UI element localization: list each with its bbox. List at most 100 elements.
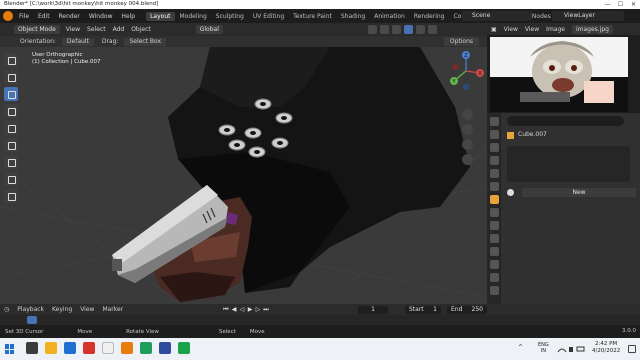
- speaker-icon[interactable]: [569, 347, 573, 352]
- scale-tool-icon[interactable]: [4, 121, 18, 135]
- gizmo-neg-x[interactable]: [452, 64, 458, 70]
- brave-browser-icon[interactable]: [83, 342, 95, 354]
- menu-render[interactable]: Render: [59, 13, 80, 20]
- jump-start-icon[interactable]: ⏮: [222, 306, 230, 314]
- battery-icon[interactable]: [576, 346, 585, 352]
- app-icon[interactable]: [178, 342, 190, 354]
- texture-tab-icon[interactable]: [490, 286, 499, 295]
- timeline-menu-playback[interactable]: Playback: [17, 306, 44, 313]
- rendered-shading-icon[interactable]: [428, 25, 437, 34]
- viewport-menu-add[interactable]: Add: [113, 26, 125, 33]
- file-explorer-icon[interactable]: [45, 342, 57, 354]
- new-material-button[interactable]: New: [522, 187, 636, 197]
- wireframe-shading-icon[interactable]: [392, 25, 401, 34]
- viewport-scene[interactable]: [0, 47, 487, 304]
- maximize-button[interactable]: ☐: [614, 0, 627, 9]
- system-tray[interactable]: ^: [518, 344, 523, 351]
- annotate-tool-icon[interactable]: [4, 155, 18, 169]
- material-tab-icon[interactable]: [490, 273, 499, 282]
- zoom-icon[interactable]: [462, 109, 473, 120]
- image-file-name[interactable]: images.jpg: [571, 24, 613, 34]
- transform-tool-icon[interactable]: [4, 138, 18, 152]
- view-layer-selector[interactable]: ViewLayer: [552, 11, 624, 21]
- constraints-tab-icon[interactable]: [490, 247, 499, 256]
- timeline-ruler[interactable]: [0, 315, 640, 325]
- taskbar-clock[interactable]: 2:42 PM 4/20/2022: [592, 341, 620, 355]
- image-menu-view[interactable]: View: [504, 26, 518, 33]
- cursor-tool-icon[interactable]: [4, 70, 18, 84]
- menu-help[interactable]: Help: [121, 13, 135, 20]
- gizmo-neg-z[interactable]: [463, 84, 469, 90]
- blender-taskbar-icon[interactable]: [121, 342, 133, 354]
- menu-window[interactable]: Window: [89, 13, 113, 20]
- output-tab-icon[interactable]: [490, 143, 499, 152]
- current-frame-field[interactable]: 1: [358, 306, 388, 314]
- solid-shading-icon[interactable]: [404, 25, 413, 34]
- playhead[interactable]: [27, 316, 37, 324]
- modifier-tab-icon[interactable]: [490, 208, 499, 217]
- tab-animation[interactable]: Animation: [370, 12, 409, 21]
- orientation-dropdown[interactable]: Default: [61, 37, 94, 46]
- measure-tool-icon[interactable]: [4, 172, 18, 186]
- object-tab-icon[interactable]: [490, 195, 499, 204]
- input-language[interactable]: ENG IN: [538, 342, 549, 354]
- wifi-icon[interactable]: [557, 348, 567, 353]
- chrome-icon[interactable]: [102, 342, 114, 354]
- object-mode-dropdown[interactable]: Object Mode: [14, 25, 60, 34]
- scene-selector[interactable]: Scene: [462, 11, 532, 21]
- 3d-viewport[interactable]: Object Mode View Select Add Object Globa…: [0, 23, 487, 304]
- pan-hand-icon[interactable]: [462, 124, 473, 135]
- viewport-menu-select[interactable]: Select: [87, 26, 106, 33]
- timeline-menu-keying[interactable]: Keying: [52, 306, 72, 313]
- prev-key-icon[interactable]: ◀: [230, 306, 238, 314]
- properties-search-input[interactable]: [507, 116, 624, 126]
- overlay-icon[interactable]: [368, 25, 377, 34]
- transform-orientation-dropdown[interactable]: Global: [195, 25, 223, 34]
- tab-rendering[interactable]: Rendering: [410, 12, 449, 21]
- tab-layout[interactable]: Layout: [146, 11, 175, 21]
- end-frame-field[interactable]: End 250: [447, 306, 487, 314]
- physics-tab-icon[interactable]: [490, 234, 499, 243]
- viewport-menu-view[interactable]: View: [66, 26, 80, 33]
- play-reverse-icon[interactable]: ◁: [238, 306, 246, 314]
- add-cube-tool-icon[interactable]: [4, 189, 18, 203]
- rotate-tool-icon[interactable]: [4, 104, 18, 118]
- photoshop-icon[interactable]: [159, 342, 171, 354]
- close-button[interactable]: ✕: [627, 0, 640, 9]
- grid-toggle-icon[interactable]: [462, 154, 473, 165]
- viewport-menu-object[interactable]: Object: [131, 26, 151, 33]
- render-tab-icon[interactable]: [490, 130, 499, 139]
- tab-uv-editing[interactable]: UV Editing: [249, 12, 288, 21]
- select-box-tool-icon[interactable]: [4, 53, 18, 67]
- scene-tab-icon[interactable]: [490, 169, 499, 178]
- data-tab-icon[interactable]: [490, 260, 499, 269]
- particles-tab-icon[interactable]: [490, 221, 499, 230]
- start-frame-field[interactable]: Start 1: [405, 306, 441, 314]
- timeline-menu-view[interactable]: View: [80, 306, 94, 313]
- drag-dropdown[interactable]: Select Box: [124, 37, 167, 46]
- tab-shading[interactable]: Shading: [337, 12, 369, 21]
- timeline-type-icon[interactable]: ◷: [4, 306, 9, 313]
- material-slot-list[interactable]: [507, 146, 630, 182]
- tab-texture-paint[interactable]: Texture Paint: [289, 12, 336, 21]
- image-menu-image[interactable]: Image: [546, 26, 565, 33]
- menu-edit[interactable]: Edit: [38, 13, 50, 20]
- move-tool-icon[interactable]: [4, 87, 18, 101]
- image-editor-type-icon[interactable]: ▣: [491, 26, 497, 33]
- navigation-gizmo[interactable]: Z X Y: [448, 49, 484, 105]
- windows-start-icon[interactable]: [5, 344, 15, 354]
- play-icon[interactable]: ▶: [246, 306, 254, 314]
- view-layer-tab-icon[interactable]: [490, 156, 499, 165]
- next-key-icon[interactable]: ▷: [254, 306, 262, 314]
- xray-icon[interactable]: [380, 25, 389, 34]
- notification-center-icon[interactable]: [628, 345, 636, 353]
- camera-view-icon[interactable]: [462, 139, 473, 150]
- image-menu-view-2[interactable]: View: [525, 26, 539, 33]
- tool-tab-icon[interactable]: [490, 117, 499, 126]
- tab-modeling[interactable]: Modeling: [176, 12, 211, 21]
- timeline-menu-marker[interactable]: Marker: [102, 306, 123, 313]
- reference-image[interactable]: [490, 37, 628, 112]
- minimize-button[interactable]: —: [601, 0, 614, 9]
- material-shading-icon[interactable]: [416, 25, 425, 34]
- options-dropdown[interactable]: Options: [443, 37, 479, 46]
